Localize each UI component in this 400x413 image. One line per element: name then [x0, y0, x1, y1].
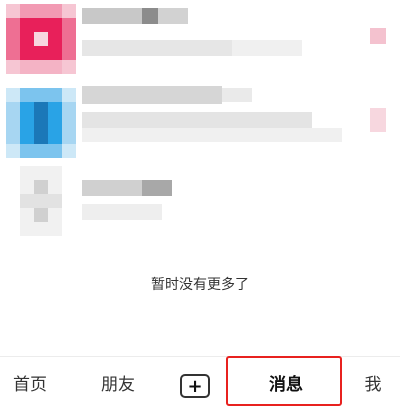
conversation-row[interactable] — [0, 162, 400, 250]
contact-name-blurred — [82, 180, 142, 196]
bottom-tab-bar: 首页 朋友 + 消息 我 — [0, 356, 400, 413]
message-preview-blurred — [82, 40, 232, 56]
tab-friends[interactable]: 朋友 — [96, 357, 140, 413]
add-button[interactable]: + — [180, 374, 210, 398]
unread-marker — [370, 28, 386, 44]
message-preview-blurred — [232, 40, 302, 56]
no-more-tip: 暂时没有更多了 — [151, 277, 249, 293]
message-preview-blurred — [82, 204, 162, 220]
tab-me[interactable]: 我 — [362, 357, 384, 413]
contact-name-blurred — [222, 88, 252, 102]
unread-marker — [370, 108, 386, 132]
contact-name-blurred — [142, 180, 172, 196]
message-preview-blurred — [82, 112, 312, 128]
message-list — [0, 0, 400, 250]
avatar — [6, 166, 76, 236]
contact-name-blurred — [142, 8, 158, 24]
avatar — [6, 4, 76, 74]
contact-name-blurred — [158, 8, 188, 24]
message-preview-blurred — [82, 128, 342, 142]
tab-home[interactable]: 首页 — [8, 357, 52, 413]
conversation-row[interactable] — [0, 0, 400, 78]
contact-name-blurred — [82, 86, 222, 104]
contact-name-blurred — [82, 8, 142, 24]
conversation-row[interactable] — [0, 82, 400, 160]
avatar — [6, 88, 76, 158]
tab-messages[interactable]: 消息 — [262, 357, 310, 413]
